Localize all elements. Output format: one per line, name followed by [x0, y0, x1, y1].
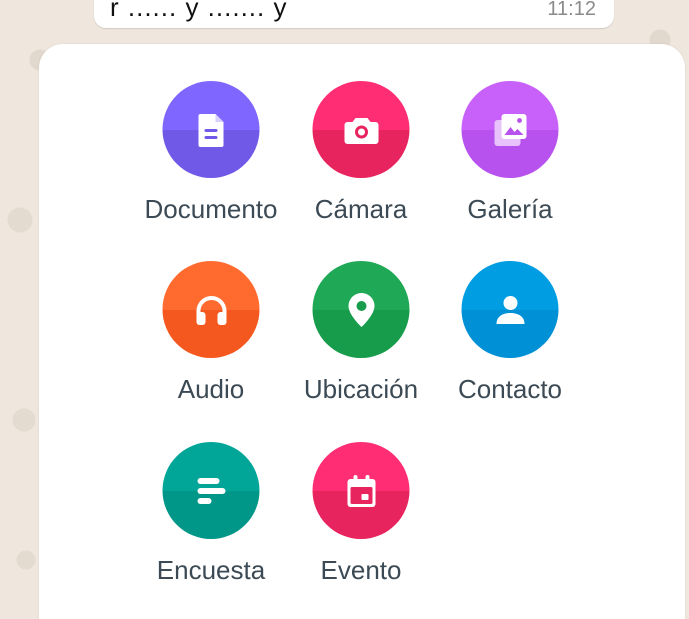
attach-audio-button[interactable]: Audio — [131, 261, 291, 421]
contact-label: Contacto — [457, 374, 563, 404]
poll-circle — [162, 442, 260, 539]
contact-person-icon — [496, 295, 524, 324]
gallery-circle — [461, 81, 559, 178]
attach-poll-button[interactable]: Encuesta — [131, 442, 291, 602]
poll-label: Encuesta — [156, 555, 266, 585]
document-circle — [162, 81, 260, 178]
attach-location-button[interactable]: Ubicación — [281, 261, 441, 421]
message-time: 11:12 — [547, 0, 596, 20]
document-label: Documento — [144, 194, 278, 224]
message-bubble[interactable]: r ...... y ....... y 11:12 — [94, 0, 614, 28]
attach-document-button[interactable]: Documento — [131, 81, 291, 241]
attach-camera-button[interactable]: Cámara — [281, 81, 441, 241]
contact-circle — [461, 261, 559, 358]
event-circle — [312, 442, 410, 539]
location-pin-icon — [348, 292, 374, 327]
attach-event-button[interactable]: Evento — [281, 442, 441, 602]
gallery-label: Galería — [467, 194, 553, 224]
poll-icon — [197, 477, 225, 504]
event-label: Evento — [320, 555, 402, 585]
camera-icon — [344, 117, 378, 144]
document-icon — [198, 113, 223, 147]
camera-label: Cámara — [314, 194, 408, 224]
attachment-menu: Documento Cámara Galería Audio Ubicación… — [39, 44, 685, 619]
calendar-event-icon — [347, 474, 375, 507]
headphones-icon — [196, 295, 226, 325]
camera-circle — [312, 81, 410, 178]
audio-circle — [162, 261, 260, 358]
attach-contact-button[interactable]: Contacto — [430, 261, 590, 421]
location-circle — [312, 261, 410, 358]
gallery-icon — [494, 113, 526, 146]
location-label: Ubicación — [303, 374, 419, 404]
audio-label: Audio — [177, 374, 245, 404]
message-text: r ...... y ....... y — [110, 0, 288, 22]
attach-gallery-button[interactable]: Galería — [430, 81, 590, 241]
